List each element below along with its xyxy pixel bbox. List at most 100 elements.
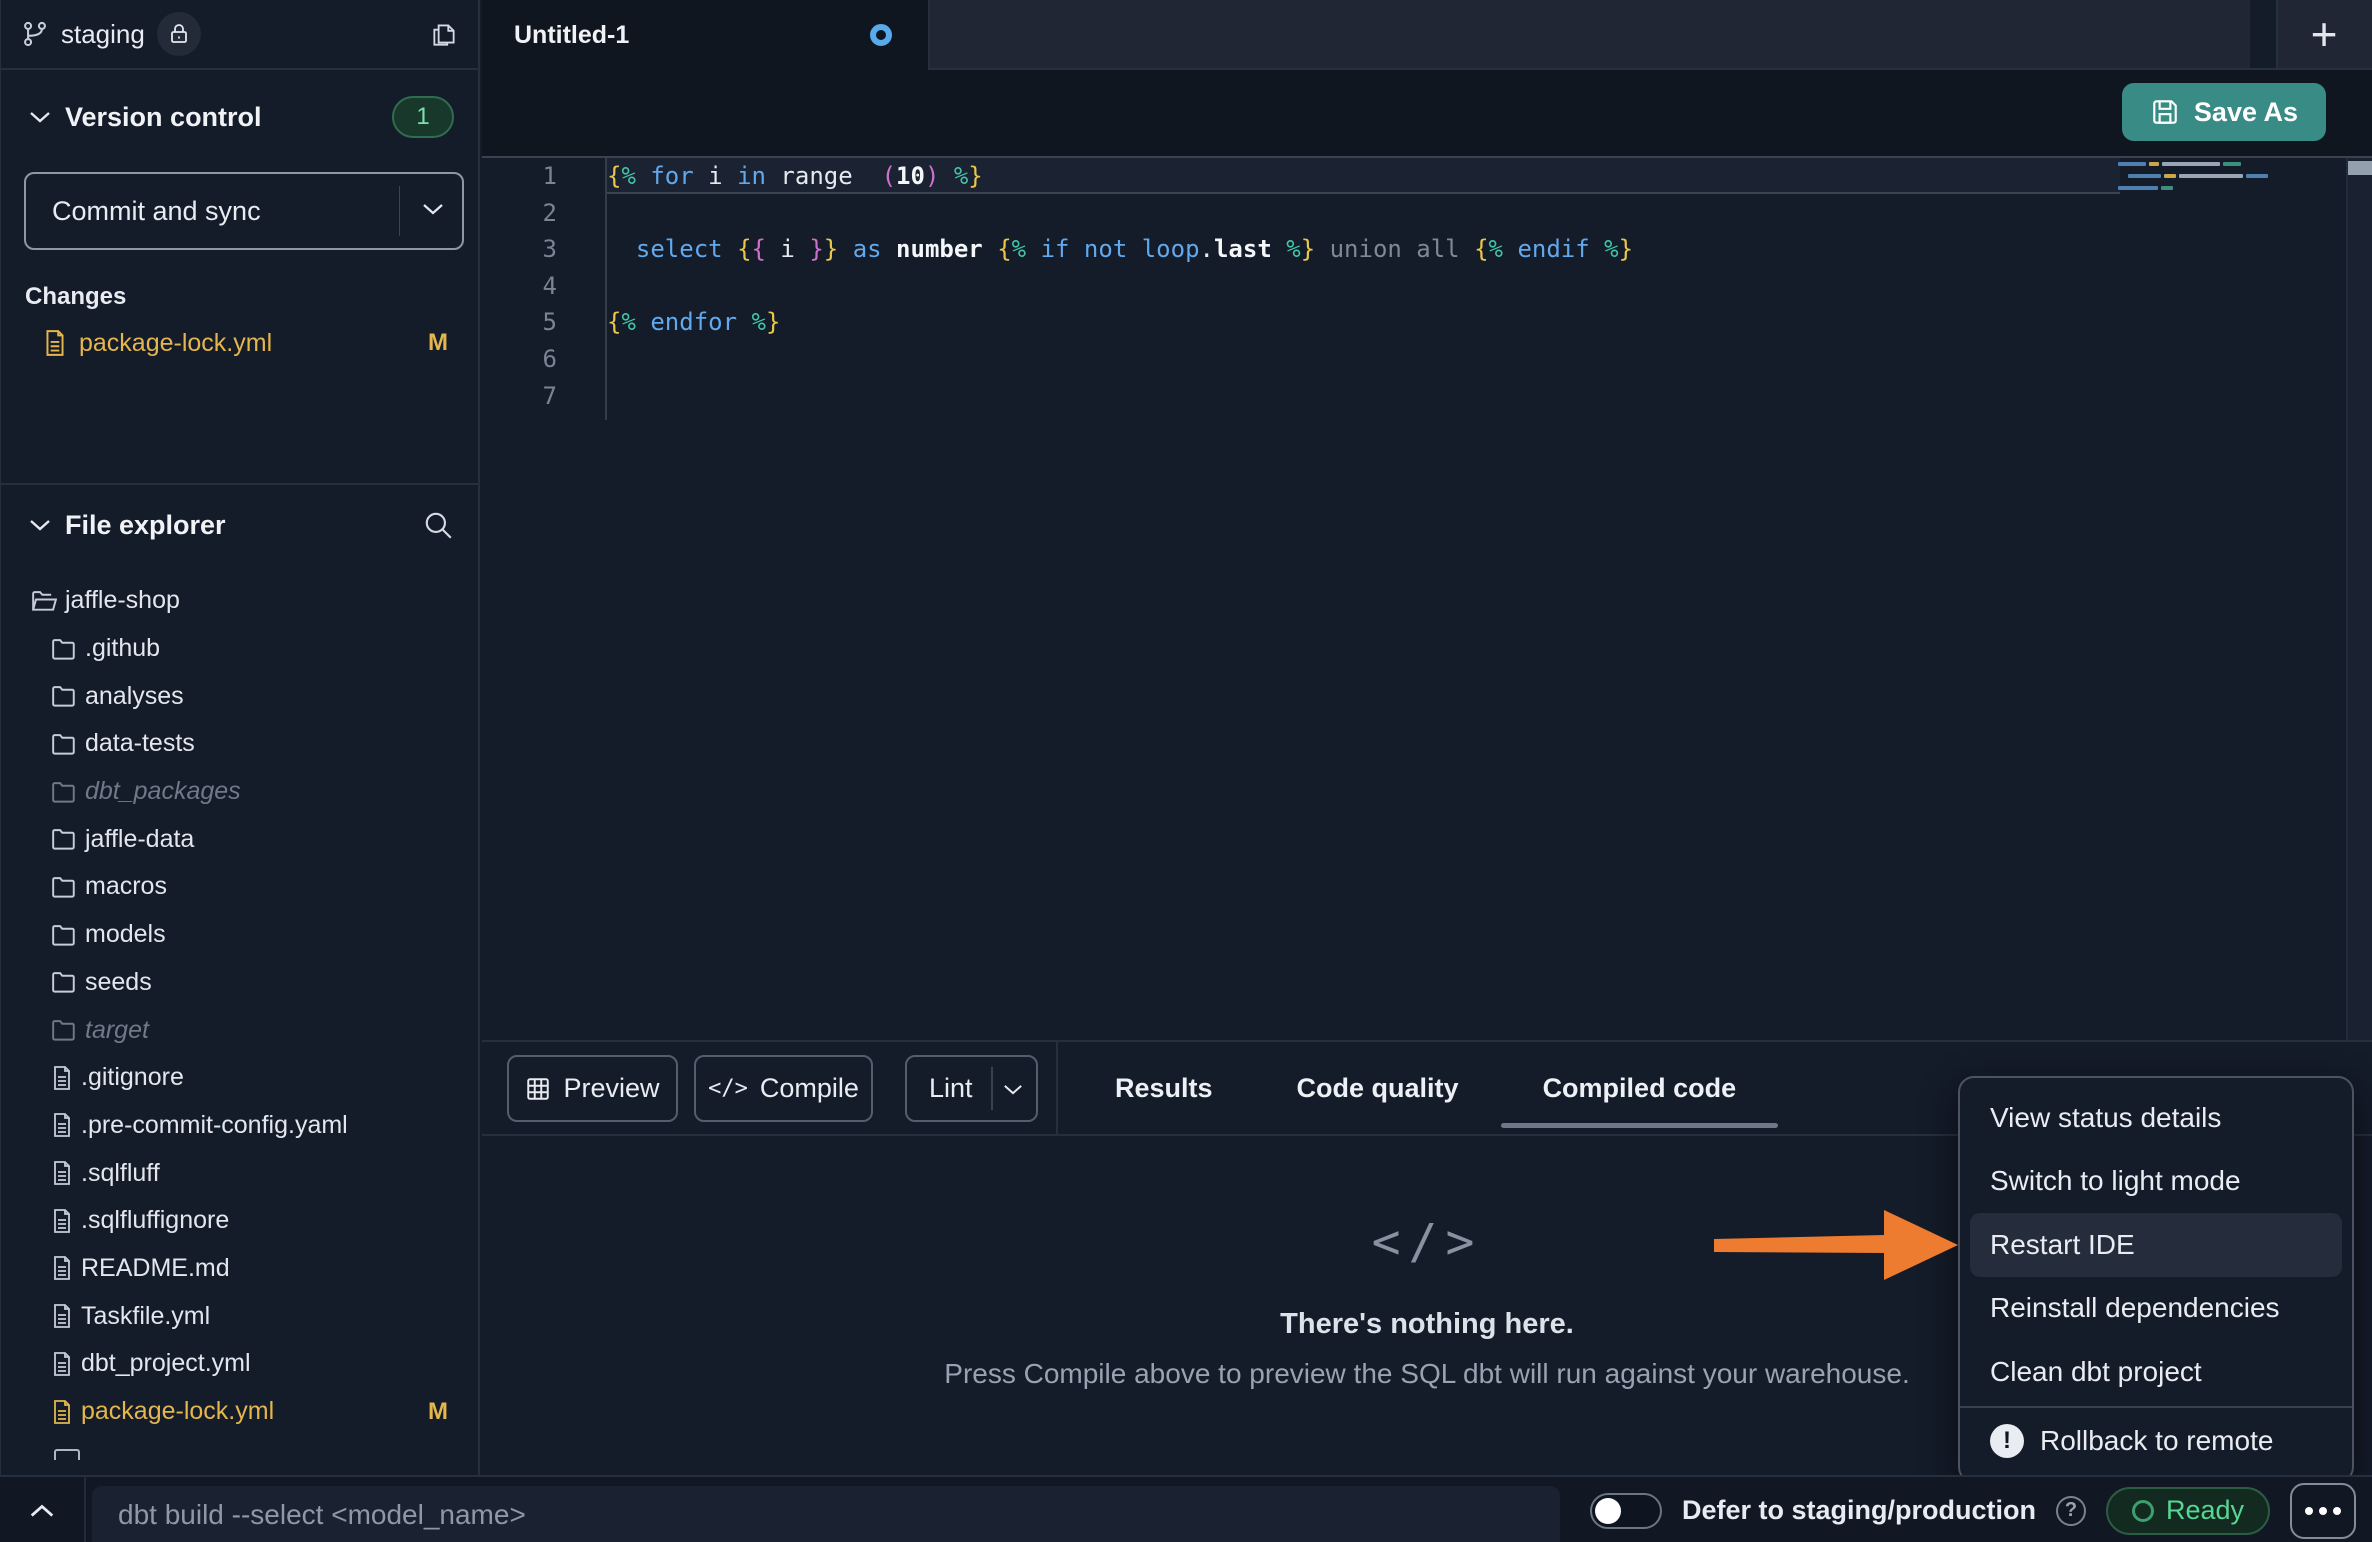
- code-editor[interactable]: 1234567 {% for i in range (10) %} select…: [482, 156, 2372, 1042]
- menu-item-switch-to-light-mode[interactable]: Switch to light mode: [1960, 1150, 2352, 1214]
- dbt-ide-app: staging Version control: [0, 0, 2372, 1542]
- menu-item-label: Rollback to remote: [2040, 1425, 2273, 1457]
- divider: [1960, 1406, 2352, 1408]
- scrollbar-thumb[interactable]: [2348, 161, 2372, 175]
- folder-icon: [51, 732, 77, 756]
- line-number: 1: [482, 158, 557, 195]
- tree-item[interactable]: data-tests: [1, 720, 478, 768]
- changed-file-item[interactable]: package-lock.yml M: [1, 320, 478, 366]
- preview-label: Preview: [563, 1073, 659, 1104]
- more-options-button[interactable]: [2290, 1483, 2356, 1539]
- divider: [1056, 1042, 1058, 1134]
- defer-toggle[interactable]: [1590, 1493, 1662, 1529]
- new-tab-button[interactable]: +: [2276, 0, 2372, 68]
- tab-results[interactable]: Results: [1073, 1042, 1255, 1134]
- tree-item[interactable]: models: [1, 911, 478, 959]
- chevron-down-icon[interactable]: [1003, 1083, 1023, 1096]
- file-icon: [51, 1303, 73, 1329]
- menu-item-restart-ide[interactable]: Restart IDE: [1970, 1213, 2342, 1277]
- version-control-title: Version control: [65, 102, 262, 133]
- file-explorer-header[interactable]: File explorer: [1, 503, 478, 547]
- commit-and-sync-button[interactable]: Commit and sync: [24, 172, 464, 250]
- tree-item[interactable]: dbt_project.yml: [1, 1340, 478, 1388]
- folder-icon: [51, 875, 77, 899]
- line-number: 6: [482, 341, 557, 378]
- tree-item-name: .pre-commit-config.yaml: [81, 1111, 348, 1140]
- tab-untitled-1[interactable]: Untitled-1: [482, 0, 930, 70]
- alert-icon: !: [1990, 1424, 2024, 1458]
- tree-item-name: data-tests: [85, 729, 195, 758]
- version-control-header[interactable]: Version control 1: [1, 95, 478, 139]
- tree-item-name: jaffle-shop: [65, 586, 180, 615]
- table-icon: [525, 1076, 551, 1102]
- changes-label: Changes: [25, 283, 126, 311]
- tree-item[interactable]: package-lock.ymlM: [1, 1388, 478, 1436]
- tab-code-quality[interactable]: Code quality: [1255, 1042, 1501, 1134]
- branch-name[interactable]: staging: [61, 19, 145, 50]
- menu-item-label: View status details: [1990, 1102, 2221, 1134]
- code-line: [607, 195, 1633, 232]
- menu-item-rollback-to-remote[interactable]: ! Rollback to remote: [1960, 1410, 2352, 1474]
- vertical-scrollbar[interactable]: [2346, 158, 2372, 1042]
- command-input-wrap: [92, 1486, 1560, 1542]
- code-content[interactable]: {% for i in range (10) %} select {{ i }}…: [607, 158, 1633, 414]
- lint-button[interactable]: Lint: [905, 1055, 1038, 1122]
- tree-item[interactable]: README.md: [1, 1245, 478, 1293]
- panel-tabs: ResultsCode qualityCompiled code: [1073, 1042, 1778, 1134]
- git-branch-icon: [21, 19, 49, 49]
- tree-item[interactable]: .sqlfluff: [1, 1149, 478, 1197]
- code-line: {% for i in range (10) %}: [607, 158, 1633, 195]
- folder-icon: [51, 970, 77, 994]
- tab-compiled-code[interactable]: Compiled code: [1501, 1042, 1779, 1134]
- divider: [1, 483, 478, 485]
- menu-item-reinstall-dependencies[interactable]: Reinstall dependencies: [1960, 1277, 2352, 1341]
- save-as-label: Save As: [2194, 97, 2298, 128]
- divider: [399, 186, 400, 236]
- chevron-down-icon[interactable]: [422, 202, 444, 216]
- search-icon[interactable]: [422, 509, 454, 541]
- tree-item[interactable]: Taskfile.yml: [1, 1292, 478, 1340]
- tree-item-name: dbt_packages: [85, 777, 241, 806]
- menu-item-label: Restart IDE: [1990, 1229, 2135, 1261]
- sidebar: staging Version control: [0, 0, 480, 1475]
- tree-item[interactable]: macros: [1, 863, 478, 911]
- tree-item[interactable]: .pre-commit-config.yaml: [1, 1102, 478, 1150]
- menu-item-clean-dbt-project[interactable]: Clean dbt project: [1960, 1340, 2352, 1404]
- changed-file-name: package-lock.yml: [79, 329, 272, 358]
- tree-item-name: package-lock.yml: [81, 1397, 274, 1426]
- expand-command-bar-button[interactable]: [0, 1477, 84, 1542]
- preview-button[interactable]: Preview: [507, 1055, 678, 1122]
- command-input[interactable]: [92, 1486, 1560, 1542]
- menu-item-view-status-details[interactable]: View status details: [1960, 1086, 2352, 1150]
- minimap[interactable]: [2118, 162, 2268, 198]
- toggle-knob: [1595, 1498, 1621, 1524]
- tree-item[interactable]: .gitignore: [1, 1054, 478, 1102]
- file-icon: [51, 1065, 73, 1091]
- editor-toolbar: Save As: [482, 70, 2372, 156]
- compile-button[interactable]: </> Compile: [694, 1055, 873, 1122]
- tree-item[interactable]: target: [1, 1006, 478, 1054]
- menu-item-label: Switch to light mode: [1990, 1165, 2241, 1197]
- divider: [991, 1067, 993, 1110]
- tree-item[interactable]: dbt_packages: [1, 768, 478, 816]
- tree-item[interactable]: .github: [1, 625, 478, 673]
- tree-item[interactable]: jaffle-data: [1, 815, 478, 863]
- tree-item[interactable]: analyses: [1, 672, 478, 720]
- file-icon: [51, 1255, 73, 1281]
- copy-icon[interactable]: [430, 19, 458, 49]
- file-icon: [51, 1208, 73, 1234]
- branch-row: staging: [1, 0, 478, 70]
- help-icon[interactable]: ?: [2056, 1496, 2086, 1526]
- tree-item-name: .sqlfluff: [81, 1159, 160, 1188]
- tree-item[interactable]: jaffle-shop: [1, 577, 478, 625]
- line-number: 4: [482, 268, 557, 305]
- modified-badge: M: [428, 329, 448, 357]
- status-bar-right: Defer to staging/production ? Ready: [1590, 1477, 2356, 1542]
- tree-item[interactable]: .sqlfluffignore: [1, 1197, 478, 1245]
- tree-item-name: seeds: [85, 968, 152, 997]
- divider: [84, 1477, 86, 1542]
- tree-item[interactable]: seeds: [1, 959, 478, 1007]
- save-as-button[interactable]: Save As: [2122, 83, 2326, 141]
- chevron-down-icon[interactable]: [29, 518, 51, 532]
- chevron-down-icon[interactable]: [29, 110, 51, 124]
